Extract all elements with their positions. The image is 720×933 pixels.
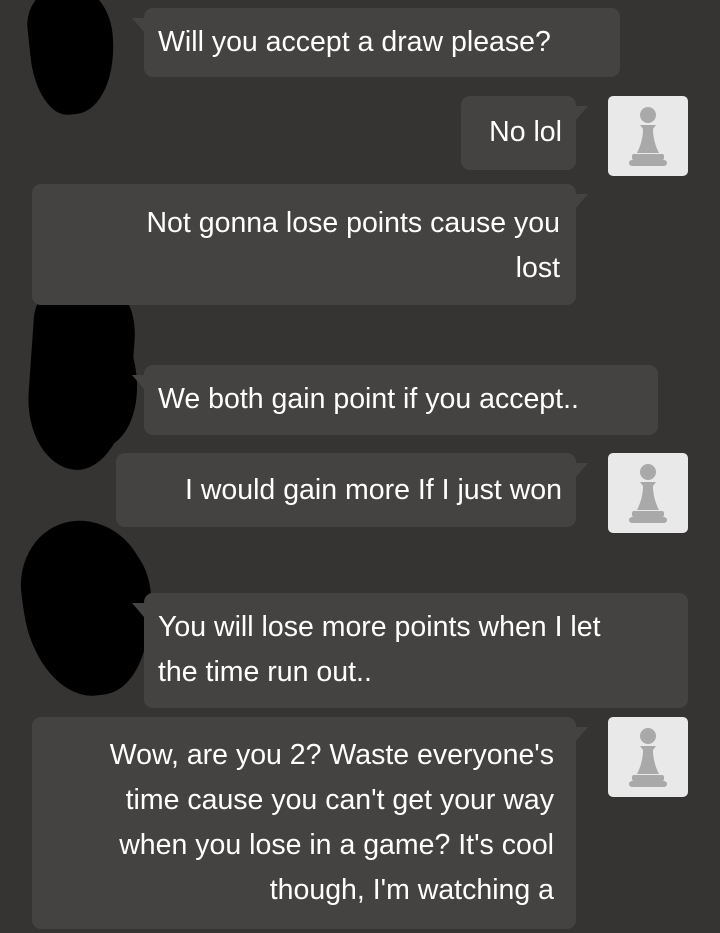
bubble-tail	[576, 194, 588, 208]
chess-pawn-icon	[629, 464, 667, 523]
message-text: We both gain point if you accept..	[158, 383, 579, 415]
message-bubble-incoming[interactable]: You will lose more points when I let the…	[132, 593, 688, 708]
message-bubble-outgoing[interactable]: Wow, are you 2? Waste everyone's time ca…	[32, 717, 588, 929]
message-bubble-outgoing[interactable]: I would gain more If I just won	[116, 453, 588, 527]
message-text-line: You will lose more points when I let	[158, 611, 601, 643]
bubble-tail	[132, 18, 144, 32]
user-avatar[interactable]	[608, 717, 688, 797]
message-bubble-outgoing[interactable]: No lol	[461, 96, 588, 170]
chess-pawn-icon	[629, 728, 667, 787]
message-text-line: time cause you can't get your way	[125, 784, 554, 816]
bubble-tail	[576, 106, 588, 120]
message-text-line: though, I'm watching a	[269, 874, 554, 906]
bubble-tail	[132, 603, 144, 617]
message-text: Will you accept a draw please?	[158, 26, 551, 58]
message-text: I would gain more If I just won	[184, 474, 562, 506]
user-avatar[interactable]	[608, 453, 688, 533]
message-text-line: Wow, are you 2? Waste everyone's	[109, 739, 554, 771]
message-bubble-incoming[interactable]: We both gain point if you accept..	[132, 365, 658, 435]
redacted-avatar-scribble	[23, 0, 121, 119]
bubble-tail	[576, 727, 588, 741]
message-text-line: Not gonna lose points cause you	[146, 207, 560, 239]
message-text-line: when you lose in a game? It's cool	[119, 829, 554, 861]
message-bubble-outgoing[interactable]: Not gonna lose points cause you lost	[32, 184, 588, 305]
bubble-tail	[132, 375, 144, 389]
chat-thread: Will you accept a draw please? No lol No…	[0, 0, 720, 933]
message-bubble-incoming[interactable]: Will you accept a draw please?	[132, 8, 620, 77]
user-avatar[interactable]	[608, 96, 688, 176]
message-text-line: lost	[515, 252, 560, 284]
message-text: No lol	[489, 116, 562, 148]
chess-pawn-icon	[629, 107, 667, 166]
bubble-tail	[576, 463, 588, 477]
message-text-line: the time run out..	[158, 656, 372, 688]
